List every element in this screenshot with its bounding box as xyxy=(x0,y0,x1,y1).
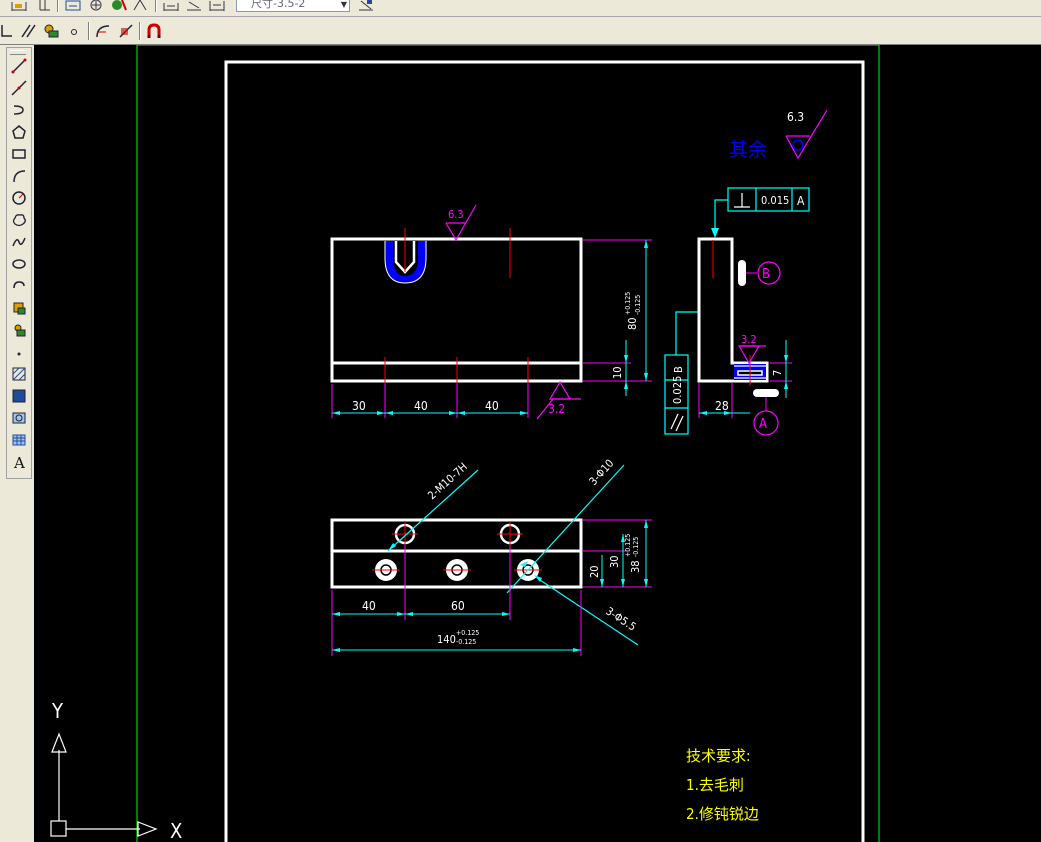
insert-block-icon[interactable] xyxy=(8,298,30,318)
flatness-tolerance-frame: 0.015 A xyxy=(711,187,810,238)
datum-b-label: B xyxy=(762,267,770,282)
dim-20: 20 xyxy=(588,565,601,578)
dim-60: 60 xyxy=(451,599,465,613)
construction-line-icon[interactable] xyxy=(8,78,30,98)
arc-icon[interactable] xyxy=(8,166,30,186)
circle-icon[interactable] xyxy=(8,188,30,208)
ucs-icon[interactable] xyxy=(0,20,16,42)
point-icon[interactable] xyxy=(63,20,85,42)
polyline-icon[interactable] xyxy=(8,100,30,120)
draw-toolbar: A xyxy=(6,47,32,479)
thread-callout: 2-M10-7H xyxy=(425,460,470,502)
datum-a-label: A xyxy=(759,417,767,432)
dim-style-dropdown[interactable]: 尺寸-3.5-2 ▼ xyxy=(236,0,350,12)
dim-80-tol-upper: +0.125 xyxy=(624,292,632,315)
roughness-top-value: 6.3 xyxy=(448,208,464,221)
side-view: B A 3.2 28 7 xyxy=(697,237,792,436)
flatness-tolerance-value: 0.015 xyxy=(761,194,789,207)
dim-80-tol-lower: -0.125 xyxy=(634,295,642,315)
drawing-canvas[interactable]: 6.3 其余 0.015 A 6.3 3.2 30 40 40 80 +0.12… xyxy=(34,45,1041,842)
hatch-icon[interactable] xyxy=(8,364,30,384)
dim-baseline-icon[interactable] xyxy=(62,0,84,16)
dim-38-tol-upper: +0.125 xyxy=(624,534,632,557)
paper-boundary xyxy=(136,45,880,842)
dim-30b: 30 xyxy=(608,555,621,568)
toolbar-grip[interactable] xyxy=(10,50,26,55)
tech-req-1: 1.去毛刺 xyxy=(686,776,744,794)
ucs-y-label: Y xyxy=(51,699,64,723)
fillet-icon[interactable] xyxy=(92,20,114,42)
dim-140: 140 xyxy=(437,633,456,646)
dim-30: 30 xyxy=(352,399,366,413)
drawing-frame xyxy=(224,60,865,842)
roughness-general: 6.3 其余 xyxy=(729,109,828,161)
magnet-snap-icon[interactable] xyxy=(143,20,165,42)
dim-40c: 40 xyxy=(362,599,376,613)
dim-40b: 40 xyxy=(485,399,499,413)
chevron-down-icon[interactable]: ▼ xyxy=(341,0,347,12)
parallel-datum: B xyxy=(672,366,685,373)
flatness-symbol-icon xyxy=(734,193,750,208)
hole-callout-10: 3-Φ10 xyxy=(587,457,617,488)
ucs-axis-icon: Y X xyxy=(50,699,182,842)
dim-edit-icon[interactable] xyxy=(130,0,152,16)
dim-center-icon[interactable] xyxy=(85,0,107,16)
dim-update-icon[interactable] xyxy=(183,0,205,16)
multiline-text-icon[interactable]: A xyxy=(8,452,30,472)
roughness-bottom-value: 3.2 xyxy=(548,402,565,416)
dim-140-tol-lower: -0.125 xyxy=(456,638,476,646)
top-view: 2-M10-7H 3-Φ10 3-Φ5.5 40 60 140 +0.125 -… xyxy=(330,457,652,656)
dim-80: 80 xyxy=(626,317,639,330)
ucs-x-label: X xyxy=(170,819,182,842)
gradient-icon[interactable] xyxy=(8,386,30,406)
technical-requirements: 技术要求: 1.去毛刺 2.修钝锐边 xyxy=(686,747,759,823)
dim-28: 28 xyxy=(715,399,729,413)
dim-38: 38 xyxy=(629,560,642,573)
drawing-svg[interactable]: 6.3 其余 0.015 A 6.3 3.2 30 40 40 80 +0.12… xyxy=(34,45,1041,842)
roughness-other-label: 其余 xyxy=(729,139,767,161)
dim-40a: 40 xyxy=(414,399,428,413)
dim-7: 7 xyxy=(771,370,784,376)
dim-140-tol-upper: +0.125 xyxy=(456,629,479,637)
standard-toolbar: 尺寸-3.5-2 ▼ xyxy=(0,0,1041,17)
point-draw-icon[interactable] xyxy=(8,342,30,362)
tolerance-icon[interactable] xyxy=(108,0,130,16)
tech-req-2: 2.修钝锐边 xyxy=(686,805,759,823)
dim-text-edit-icon[interactable] xyxy=(160,0,182,16)
parallel-symbol-icon xyxy=(670,413,684,432)
parallel-tolerance-frame: 0.025 B xyxy=(664,311,699,435)
line-icon[interactable] xyxy=(8,56,30,76)
region-icon[interactable] xyxy=(8,408,30,428)
dim-10: 10 xyxy=(611,366,624,379)
dim-linear-icon[interactable] xyxy=(8,0,30,16)
dim-style-value: 尺寸-3.5-2 xyxy=(251,0,306,10)
parallel-lines-icon[interactable] xyxy=(17,20,39,42)
front-view: 6.3 3.2 30 40 40 80 +0.125 -0.125 10 xyxy=(330,204,652,420)
flatness-datum: A xyxy=(797,194,805,208)
make-block-icon[interactable] xyxy=(8,320,30,340)
polygon-icon[interactable] xyxy=(8,122,30,142)
dim-style-icon[interactable] xyxy=(206,0,228,16)
roughness-general-value: 6.3 xyxy=(787,110,804,124)
chamfer-icon[interactable] xyxy=(115,20,137,42)
revision-cloud-icon[interactable] xyxy=(8,210,30,230)
ellipse-arc-icon[interactable] xyxy=(8,276,30,296)
layer-states-icon[interactable] xyxy=(40,20,62,42)
spline-icon[interactable] xyxy=(8,232,30,252)
hole-callout-55: 3-Φ5.5 xyxy=(603,605,638,634)
dim-38-tol-lower: -0.125 xyxy=(632,537,640,557)
roughness-side-value: 3.2 xyxy=(741,333,757,346)
rectangle-icon[interactable] xyxy=(8,144,30,164)
parallel-tolerance-value: 0.025 xyxy=(671,376,684,404)
tech-req-title: 技术要求: xyxy=(686,747,751,765)
dim-style-manager-icon[interactable] xyxy=(355,0,377,16)
table-icon[interactable] xyxy=(8,430,30,450)
dim-ordinate-icon[interactable] xyxy=(34,0,56,16)
svg-text:A: A xyxy=(13,454,25,470)
ellipse-icon[interactable] xyxy=(8,254,30,274)
modify-toolbar xyxy=(0,17,1041,45)
